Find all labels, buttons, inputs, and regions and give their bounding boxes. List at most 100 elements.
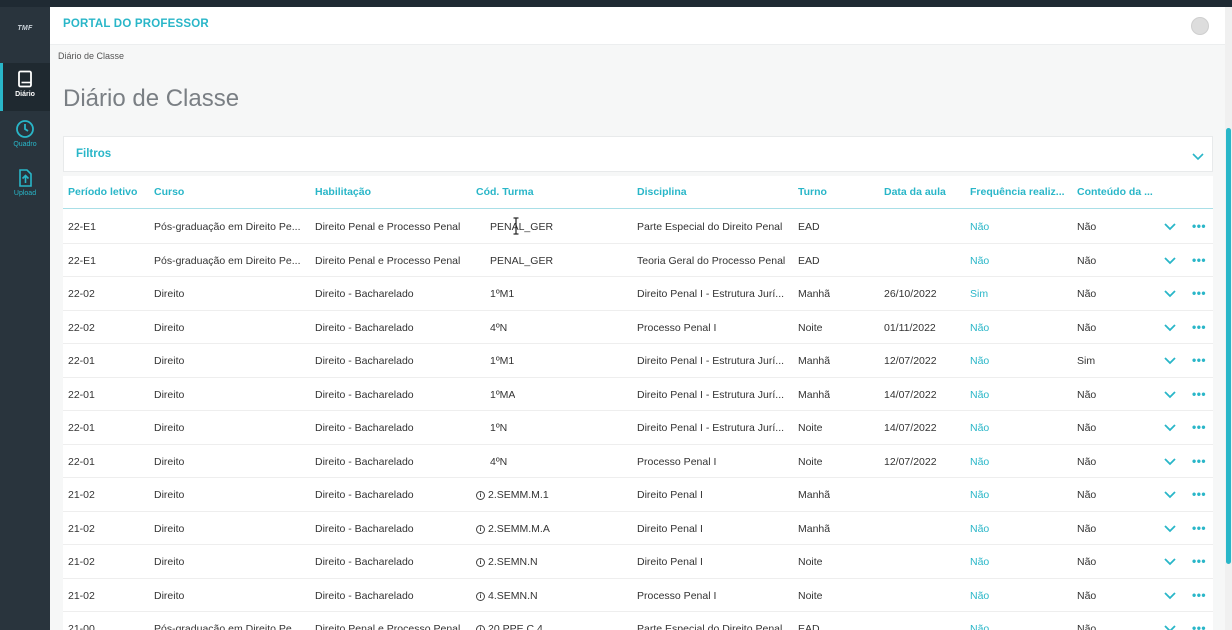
- column-header-turma[interactable]: Cód. Turma: [476, 186, 534, 198]
- cell-turno: EAD: [798, 254, 820, 267]
- table-row[interactable]: 21-02 Direito Direito - Bacharelado i 2.SEMN…: [63, 545, 1213, 579]
- cell-turma: PENAL_GER: [490, 255, 553, 267]
- cell-turma: i 4.SEMN.N: [476, 590, 538, 602]
- chevron-down-icon[interactable]: [1164, 221, 1176, 231]
- table-row[interactable]: 22-01 Direito Direito - Bacharelado 4ºN Proc…: [63, 445, 1213, 478]
- column-header-periodo[interactable]: Período letivo: [68, 186, 137, 198]
- column-header-habilitacao[interactable]: Habilitação: [315, 186, 371, 198]
- cell-frequencia[interactable]: Não: [970, 322, 989, 334]
- cell-frequencia[interactable]: Não: [970, 422, 989, 434]
- cell-frequencia[interactable]: Não: [970, 255, 989, 267]
- info-icon[interactable]: i: [476, 625, 485, 630]
- scrollbar-thumb[interactable]: [1226, 128, 1231, 564]
- table-row[interactable]: 22-01 Direito Direito - Bacharelado 1ºM1 Dir…: [63, 344, 1213, 378]
- chevron-down-icon[interactable]: [1164, 590, 1176, 600]
- chevron-down-icon[interactable]: [1192, 151, 1204, 161]
- cell-conteudo: Não: [1077, 556, 1097, 568]
- turma-code: 2.SEMM.M.1: [488, 489, 549, 501]
- chevron-down-icon[interactable]: [1164, 355, 1176, 365]
- column-header-frequencia[interactable]: Frequência realiz...: [970, 186, 1065, 198]
- more-options-icon[interactable]: •••: [1192, 353, 1206, 367]
- more-options-icon[interactable]: •••: [1192, 454, 1206, 468]
- cell-turma: 1ºM1: [490, 288, 514, 300]
- cell-frequencia[interactable]: Não: [970, 456, 989, 468]
- chevron-down-icon[interactable]: [1164, 556, 1176, 566]
- more-options-icon[interactable]: •••: [1192, 621, 1206, 630]
- table-row[interactable]: 22-01 Direito Direito - Bacharelado 1ºN Dire…: [63, 411, 1213, 445]
- table-row[interactable]: 22-E1 Pós-graduação em Direito Pe... Direi…: [63, 210, 1213, 244]
- table-row[interactable]: 21-02 Direito Direito - Bacharelado i 2.SEMM…: [63, 512, 1213, 545]
- filters-panel[interactable]: Filtros: [63, 136, 1213, 172]
- cell-curso: Direito: [154, 522, 185, 535]
- cell-data: 14/07/2022: [884, 388, 937, 401]
- cell-turno: Noite: [798, 422, 823, 434]
- column-header-disciplina[interactable]: Disciplina: [637, 186, 687, 198]
- more-options-icon[interactable]: •••: [1192, 320, 1206, 334]
- turma-code: 20.PPE.C.4: [488, 623, 543, 630]
- info-icon[interactable]: i: [476, 524, 485, 534]
- cell-frequencia[interactable]: Não: [970, 623, 989, 630]
- cell-periodo: 22-E1: [68, 254, 97, 267]
- cell-curso: Direito: [154, 321, 185, 334]
- more-options-icon[interactable]: •••: [1192, 420, 1206, 434]
- more-options-icon[interactable]: •••: [1192, 521, 1206, 535]
- column-header-curso[interactable]: Curso: [154, 186, 184, 198]
- table-row[interactable]: 21-02 Direito Direito - Bacharelado i 4.SEMN…: [63, 579, 1213, 612]
- cell-periodo: 22-01: [68, 355, 95, 367]
- top-strip: [0, 0, 1232, 7]
- chevron-down-icon[interactable]: [1164, 389, 1176, 399]
- more-options-icon[interactable]: •••: [1192, 487, 1206, 501]
- cell-frequencia[interactable]: Não: [970, 556, 989, 568]
- sidebar-item-upload[interactable]: Upload: [0, 162, 50, 210]
- more-options-icon[interactable]: •••: [1192, 588, 1206, 602]
- cell-frequencia[interactable]: Não: [970, 221, 989, 233]
- sidebar-item-quadro[interactable]: Quadro: [0, 113, 50, 161]
- cell-periodo: 22-01: [68, 422, 95, 434]
- cell-frequencia[interactable]: Não: [970, 590, 989, 602]
- cell-periodo: 21-00: [68, 623, 95, 630]
- cell-frequencia[interactable]: Não: [970, 523, 989, 535]
- column-header-conteudo[interactable]: Conteúdo da ...: [1077, 186, 1153, 198]
- cell-habilitacao: Direito - Bacharelado: [315, 556, 414, 568]
- cell-turma: 1ºMA: [490, 389, 515, 401]
- sidebar-item-diario[interactable]: Diário: [0, 63, 50, 111]
- cell-habilitacao: Direito - Bacharelado: [315, 422, 414, 434]
- more-options-icon[interactable]: •••: [1192, 219, 1206, 233]
- cell-frequencia[interactable]: Sim: [970, 288, 988, 300]
- cell-frequencia[interactable]: Não: [970, 389, 989, 401]
- cell-disciplina: Parte Especial do Direito Penal: [637, 221, 783, 233]
- cell-frequencia[interactable]: Não: [970, 355, 989, 367]
- table-row[interactable]: 22-E1 Pós-graduação em Direito Pe... Direi…: [63, 244, 1213, 277]
- chevron-down-icon[interactable]: [1164, 288, 1176, 298]
- more-options-icon[interactable]: •••: [1192, 253, 1206, 267]
- chevron-down-icon[interactable]: [1164, 322, 1176, 332]
- turma-code: 2.SEMM.M.A: [488, 522, 550, 535]
- info-icon[interactable]: i: [476, 491, 485, 500]
- breadcrumb[interactable]: Diário de Classe: [58, 51, 124, 61]
- sidebar: TMF Diário Quadro Upload: [0, 7, 50, 630]
- cell-data: 12/07/2022: [884, 355, 937, 367]
- table-row[interactable]: 21-00 Pós-graduação em Direito Pe... Direi…: [63, 612, 1213, 630]
- more-options-icon[interactable]: •••: [1192, 554, 1206, 568]
- table-row[interactable]: 22-02 Direito Direito - Bacharelado 1ºM1 Dir…: [63, 277, 1213, 311]
- table-row[interactable]: 21-02 Direito Direito - Bacharelado i 2.SEMM…: [63, 478, 1213, 512]
- table-row[interactable]: 22-01 Direito Direito - Bacharelado 1ºMA Dir…: [63, 378, 1213, 411]
- chevron-down-icon[interactable]: [1164, 456, 1176, 466]
- info-icon[interactable]: i: [476, 558, 485, 567]
- column-header-turno[interactable]: Turno: [798, 186, 827, 198]
- table-row[interactable]: 22-02 Direito Direito - Bacharelado 4ºN Proc…: [63, 311, 1213, 344]
- cell-frequencia[interactable]: Não: [970, 489, 989, 501]
- avatar[interactable]: [1191, 17, 1209, 35]
- column-header-data[interactable]: Data da aula: [884, 186, 946, 198]
- sidebar-item-label: Upload: [13, 190, 37, 197]
- more-options-icon[interactable]: •••: [1192, 387, 1206, 401]
- more-options-icon[interactable]: •••: [1192, 286, 1206, 300]
- chevron-down-icon[interactable]: [1164, 489, 1176, 499]
- cell-periodo: 21-02: [68, 556, 95, 568]
- chevron-down-icon[interactable]: [1164, 623, 1176, 630]
- chevron-down-icon[interactable]: [1164, 255, 1176, 265]
- chevron-down-icon[interactable]: [1164, 523, 1176, 533]
- chevron-down-icon[interactable]: [1164, 422, 1176, 432]
- cell-data: 14/07/2022: [884, 422, 937, 434]
- info-icon[interactable]: i: [476, 591, 485, 601]
